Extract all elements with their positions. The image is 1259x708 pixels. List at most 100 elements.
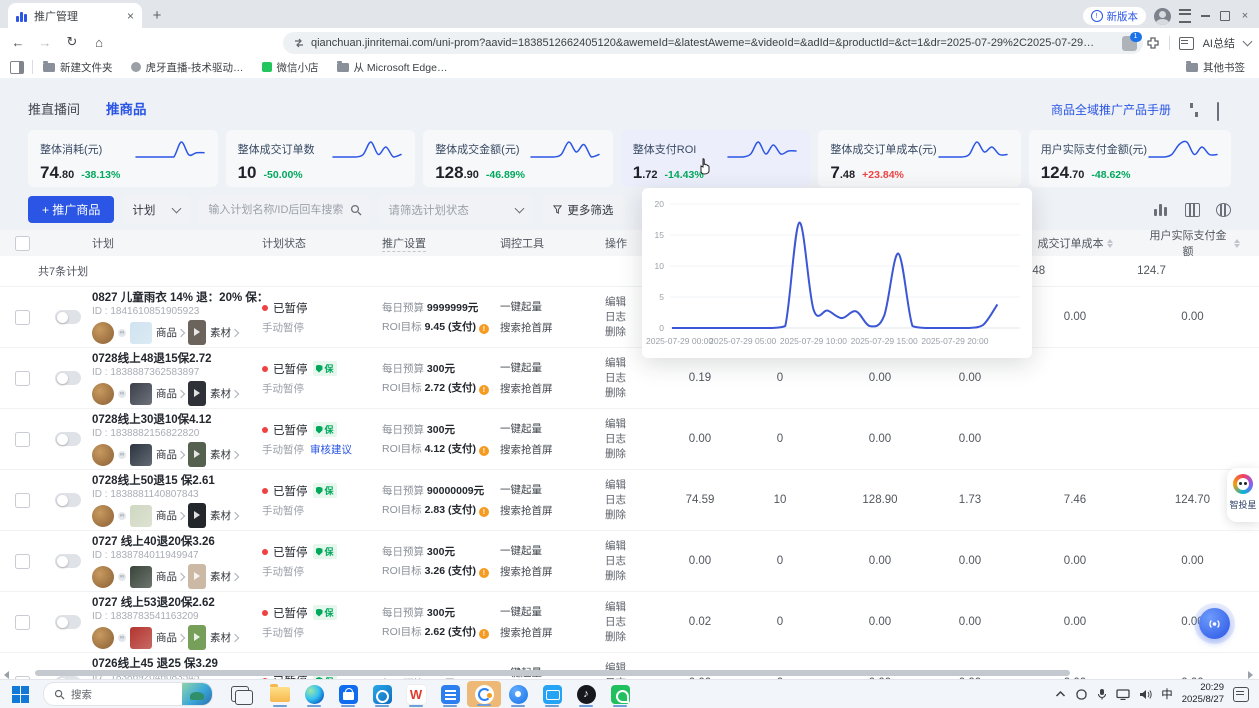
network-display-icon[interactable] bbox=[1116, 689, 1130, 700]
settings-icon[interactable] bbox=[1216, 203, 1231, 217]
home-button[interactable]: ⌂ bbox=[90, 33, 108, 51]
plan-toggle[interactable] bbox=[55, 615, 81, 629]
product-link[interactable]: 商品 bbox=[156, 508, 184, 523]
taskbar-app-browser-app[interactable] bbox=[501, 680, 535, 708]
plan-type-select[interactable]: 计划 bbox=[122, 196, 190, 223]
material-thumbnail[interactable] bbox=[188, 320, 206, 345]
tool-link[interactable]: 搜索抢首屏 bbox=[500, 625, 605, 640]
settings-sliders-icon[interactable] bbox=[1187, 103, 1201, 117]
material-thumbnail[interactable] bbox=[188, 503, 206, 528]
profile-avatar[interactable] bbox=[1154, 8, 1171, 25]
stat-card-1[interactable]: 整体成交订单数10-50.00% bbox=[226, 130, 416, 187]
site-settings-icon[interactable] bbox=[293, 37, 305, 49]
chart-view-icon[interactable] bbox=[1154, 203, 1169, 216]
taskbar-app-app-store[interactable] bbox=[331, 680, 365, 708]
taskbar-app-file-explorer[interactable] bbox=[263, 680, 297, 708]
stat-card-4[interactable]: 整体成交订单成本(元)7.48+23.84% bbox=[818, 130, 1020, 187]
ai-summary-label[interactable]: AI总结 bbox=[1203, 35, 1235, 51]
columns-icon[interactable] bbox=[1185, 203, 1200, 217]
tab-products[interactable]: 推商品 bbox=[106, 98, 147, 118]
plan-toggle[interactable] bbox=[55, 493, 81, 507]
task-view-button[interactable] bbox=[231, 686, 249, 702]
more-filters-button[interactable]: 更多筛选 bbox=[541, 196, 625, 223]
promote-product-button[interactable]: + 推广商品 bbox=[28, 196, 114, 223]
plan-toggle[interactable] bbox=[55, 310, 81, 324]
ime-indicator[interactable]: 中 bbox=[1161, 686, 1173, 702]
row-checkbox[interactable] bbox=[15, 432, 30, 447]
product-thumbnail[interactable] bbox=[130, 322, 152, 344]
stat-card-5[interactable]: 用户实际支付金额(元)124.70-48.62% bbox=[1029, 130, 1231, 187]
notification-center-icon[interactable] bbox=[1233, 687, 1249, 702]
material-link[interactable]: 素材 bbox=[210, 386, 238, 401]
product-thumbnail[interactable] bbox=[130, 505, 152, 527]
review-suggestion-link[interactable]: 审核建议 bbox=[310, 442, 352, 457]
row-checkbox[interactable] bbox=[15, 493, 30, 508]
start-button[interactable] bbox=[12, 686, 29, 703]
op-link[interactable]: 日志 bbox=[605, 493, 665, 508]
product-thumbnail[interactable] bbox=[130, 627, 152, 649]
search-input[interactable] bbox=[206, 203, 350, 217]
tool-link[interactable]: 搜索抢首屏 bbox=[500, 442, 605, 457]
material-link[interactable]: 素材 bbox=[210, 569, 238, 584]
forward-button[interactable]: → bbox=[36, 33, 54, 51]
stat-card-2[interactable]: 整体成交金额(元)128.90-46.89% bbox=[423, 130, 613, 187]
reload-button[interactable]: ↻ bbox=[63, 33, 81, 51]
taskbar-app-qianchuan-app[interactable] bbox=[467, 681, 501, 707]
product-manual-link[interactable]: 商品全域推广产品手册 bbox=[1051, 101, 1171, 118]
col-user-pay[interactable]: 用户实际支付金额 bbox=[1145, 227, 1240, 259]
material-link[interactable]: 素材 bbox=[210, 630, 238, 645]
row-checkbox[interactable] bbox=[15, 371, 30, 386]
op-link[interactable]: 删除 bbox=[605, 569, 665, 584]
op-link[interactable]: 删除 bbox=[605, 630, 665, 645]
select-all-checkbox[interactable] bbox=[15, 236, 30, 251]
scroll-left-icon[interactable] bbox=[4, 671, 9, 679]
product-link[interactable]: 商品 bbox=[156, 569, 184, 584]
product-thumbnail[interactable] bbox=[130, 444, 152, 466]
plan-status-select[interactable]: 请筛选计划状态 bbox=[378, 196, 533, 223]
product-link[interactable]: 商品 bbox=[156, 447, 184, 462]
tool-link[interactable]: 一键起量 bbox=[500, 299, 605, 314]
tool-link[interactable]: 一键起量 bbox=[500, 482, 605, 497]
back-button[interactable]: ← bbox=[9, 33, 27, 51]
extension-icon[interactable]: 1 bbox=[1122, 36, 1137, 51]
plan-toggle[interactable] bbox=[55, 371, 81, 385]
product-thumbnail[interactable] bbox=[130, 383, 152, 405]
tool-link[interactable]: 一键起量 bbox=[500, 604, 605, 619]
stat-card-3[interactable]: 整体支付ROI1.72-14.43% bbox=[621, 130, 811, 187]
chevron-down-icon[interactable] bbox=[1243, 37, 1253, 47]
tool-link[interactable]: 搜索抢首屏 bbox=[500, 381, 605, 396]
material-thumbnail[interactable] bbox=[188, 381, 206, 406]
op-link[interactable]: 编辑 bbox=[605, 539, 665, 554]
row-checkbox[interactable] bbox=[15, 554, 30, 569]
bookmark-item[interactable]: 从 Microsoft Edge… bbox=[337, 60, 448, 75]
microphone-icon[interactable] bbox=[1097, 688, 1107, 700]
plan-toggle[interactable] bbox=[55, 432, 81, 446]
mouse-device-icon[interactable] bbox=[1075, 689, 1088, 700]
material-link[interactable]: 素材 bbox=[210, 325, 238, 340]
plan-toggle[interactable] bbox=[55, 554, 81, 568]
window-minimize-button[interactable] bbox=[1199, 10, 1211, 22]
row-checkbox[interactable] bbox=[15, 615, 30, 630]
tool-link[interactable]: 搜索抢首屏 bbox=[500, 503, 605, 518]
taskbar-app-outlook[interactable] bbox=[365, 680, 399, 708]
browser-tab[interactable]: 推广管理 × bbox=[8, 3, 142, 28]
bookmark-item[interactable]: 虎牙直播-技术驱动… bbox=[131, 60, 244, 75]
new-tab-button[interactable]: + bbox=[146, 4, 168, 26]
tab-live-room[interactable]: 推直播间 bbox=[28, 99, 80, 118]
taskbar-app-edge-browser[interactable] bbox=[297, 680, 331, 708]
op-link[interactable]: 编辑 bbox=[605, 478, 665, 493]
taskbar-app-video-app[interactable] bbox=[535, 680, 569, 708]
tab-close-icon[interactable]: × bbox=[127, 10, 134, 22]
new-version-badge[interactable]: ! 新版本 bbox=[1083, 7, 1147, 25]
op-link[interactable]: 删除 bbox=[605, 447, 665, 462]
volume-icon[interactable] bbox=[1139, 689, 1152, 700]
material-link[interactable]: 素材 bbox=[210, 447, 238, 462]
assistant-widget[interactable]: 智投星 bbox=[1227, 468, 1259, 522]
op-link[interactable]: 编辑 bbox=[605, 600, 665, 615]
help-fab-button[interactable] bbox=[1199, 608, 1230, 639]
taskbar-clock[interactable]: 20:29 2025/8/27 bbox=[1182, 682, 1224, 706]
window-close-button[interactable]: × bbox=[1239, 10, 1251, 22]
bookmark-item[interactable]: 新建文件夹 bbox=[43, 60, 113, 75]
search-icon[interactable] bbox=[350, 204, 362, 216]
taskbar-app-wps-office[interactable]: W bbox=[399, 680, 433, 708]
